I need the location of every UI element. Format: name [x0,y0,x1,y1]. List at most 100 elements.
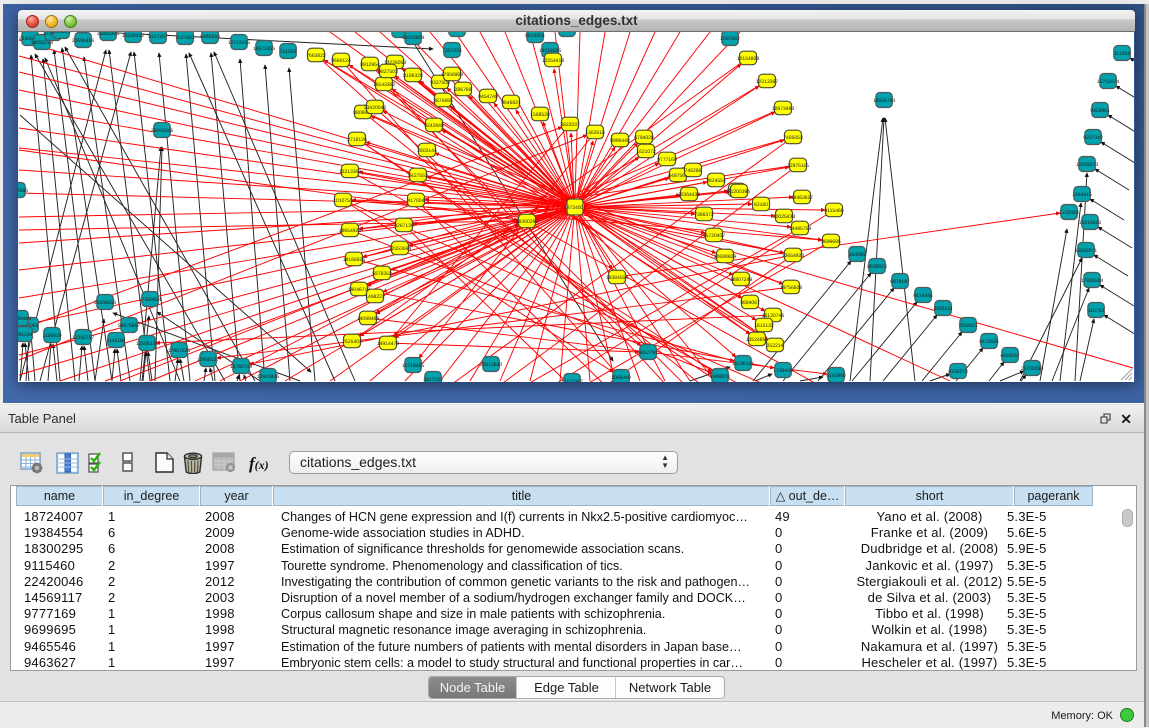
svg-text:7632621: 7632621 [958,323,978,329]
svg-text:116753: 116753 [1088,308,1105,314]
svg-text:7386372: 7386372 [694,212,714,218]
svg-text:17359924: 17359924 [139,297,161,303]
svg-text:8471626: 8471626 [979,339,999,345]
svg-text:23420046: 23420046 [364,105,386,111]
svg-text:8660124: 8660124 [331,58,351,64]
svg-text:1733426: 1733426 [773,368,793,374]
svg-text:1621072: 1621072 [636,149,656,155]
svg-text:15716485: 15716485 [402,363,424,369]
svg-text:4143890: 4143890 [826,373,846,379]
svg-text:10228452: 10228452 [122,33,144,39]
svg-text:12093373: 12093373 [1076,162,1098,168]
svg-text:6879197: 6879197 [890,279,910,285]
svg-text:17956909: 17956909 [441,72,463,78]
svg-text:21200396: 21200396 [728,189,750,195]
svg-text:2803144: 2803144 [417,148,437,154]
svg-text:8813054: 8813054 [525,33,545,39]
svg-text:20206556: 20206556 [94,300,116,306]
svg-text:12353594: 12353594 [389,246,411,252]
svg-text:18463627: 18463627 [791,195,813,201]
svg-text:7357224: 7357224 [442,48,462,54]
svg-text:16644784: 16644784 [873,98,895,104]
svg-text:8336273: 8336273 [948,369,968,375]
svg-text:17957225: 17957225 [168,348,190,354]
svg-text:12213363: 12213363 [339,169,361,175]
svg-text:3824554: 3824554 [706,178,726,184]
svg-text:164095: 164095 [849,252,866,258]
svg-text:10719155: 10719155 [228,40,250,46]
svg-text:111263: 111263 [1114,51,1130,57]
svg-text:6466160: 6466160 [200,34,220,40]
svg-text:16671355: 16671355 [253,46,275,52]
svg-text:15751074: 15751074 [1097,79,1119,85]
svg-text:12975115: 12975115 [787,163,809,169]
svg-text:12213367: 12213367 [756,79,778,85]
svg-text:1145194: 1145194 [106,338,125,344]
svg-text:2087682: 2087682 [720,36,740,42]
svg-text:10688609: 10688609 [714,254,736,260]
svg-text:8454749: 8454749 [478,94,498,100]
svg-text:26053346: 26053346 [151,128,173,134]
svg-text:9227342: 9227342 [1083,135,1103,141]
svg-text:2066449: 2066449 [611,375,631,381]
svg-text:8938923: 8938923 [867,264,887,270]
svg-text:9646821: 9646821 [501,100,521,106]
svg-text:9115460: 9115460 [824,208,843,214]
svg-text:1156829: 1156829 [42,333,61,339]
svg-text:9777169: 9777169 [657,157,677,163]
svg-text:7663822: 7663822 [306,53,326,59]
svg-text:5878352: 5878352 [372,271,392,277]
svg-text:417004: 417004 [408,198,425,204]
svg-text:14914479: 14914479 [377,341,399,347]
svg-text:20364436: 20364436 [678,192,700,198]
svg-text:25852685: 25852685 [18,188,28,194]
svg-text:19654925: 19654925 [339,228,361,234]
svg-text:16210643: 16210643 [1079,220,1101,226]
svg-text:8186328: 8186328 [403,73,423,79]
svg-text:751552: 751552 [280,49,297,55]
svg-text:8912954: 8912954 [360,62,380,68]
svg-text:12923446: 12923446 [257,374,279,380]
svg-text:3684067: 3684067 [740,300,760,306]
svg-text:12505135: 12505135 [136,341,158,347]
svg-text:3875685: 3875685 [433,98,453,104]
svg-text:10154808: 10154808 [737,56,759,62]
svg-text:5682115: 5682115 [447,32,466,33]
svg-text:16543362: 16543362 [373,82,395,88]
svg-text:9457791: 9457791 [638,350,658,356]
svg-text:25711873: 25711873 [556,32,578,33]
svg-text:20691406: 20691406 [72,38,94,44]
svg-text:12342757: 12342757 [72,335,94,341]
svg-text:4439167: 4439167 [1000,353,1020,359]
svg-text:8990448: 8990448 [610,138,630,144]
svg-text:7485053: 7485053 [783,135,803,141]
svg-text:14099489: 14099489 [357,316,379,322]
svg-text:9699695: 9699695 [821,239,841,245]
svg-text:9474444: 9474444 [913,293,933,299]
svg-text:15692971: 15692971 [1075,248,1097,254]
svg-text:1010755: 1010755 [333,198,353,204]
svg-text:10025438: 10025438 [773,214,795,220]
svg-text:20813640: 20813640 [480,362,502,368]
svg-text:2718126: 2718126 [347,137,367,143]
svg-text:1999828: 1999828 [710,374,730,380]
svg-text:1362615: 1362615 [585,130,605,136]
svg-text:746266: 746266 [685,168,702,174]
svg-text:10958127: 10958127 [197,357,219,363]
svg-text:13654923: 13654923 [782,253,804,259]
svg-text:13524851: 13524851 [746,337,768,343]
svg-text:9827503: 9827503 [378,69,398,75]
svg-text:3917183: 3917183 [423,377,443,382]
svg-text:7625402: 7625402 [342,339,362,345]
svg-text:19384554: 19384554 [606,275,628,281]
svg-text:9217207: 9217207 [148,34,168,40]
svg-text:391134: 391134 [18,332,32,338]
svg-text:1839221: 1839221 [51,32,71,35]
svg-text:16782759: 16782759 [230,364,252,370]
svg-text:18807249: 18807249 [730,277,752,283]
svg-text:286768: 286768 [455,87,472,93]
svg-text:15720407: 15720407 [703,233,725,239]
svg-text:18300295: 18300295 [516,219,538,225]
svg-text:6794028: 6794028 [634,135,654,141]
svg-text:9329961: 9329961 [1090,108,1110,114]
